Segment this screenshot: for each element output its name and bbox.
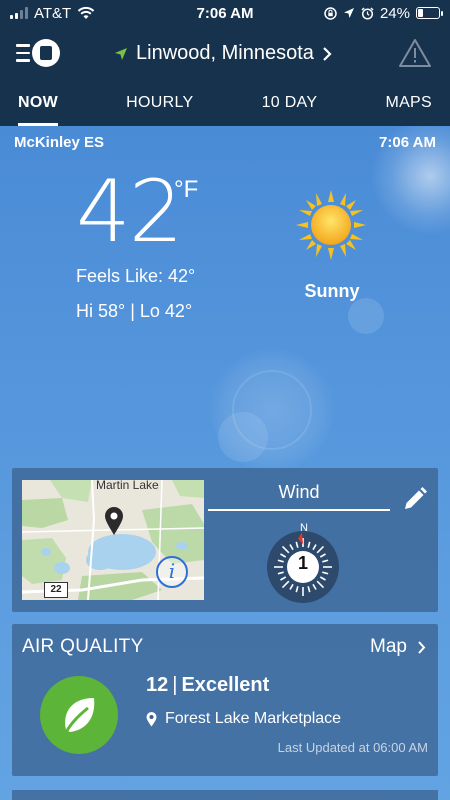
air-quality-location-name: Forest Lake Marketplace (165, 710, 342, 727)
current-conditions-panel: McKinley ES 7:06 AM 42 °F Feels Like: 42… (0, 126, 450, 800)
air-quality-card[interactable]: AIR QUALITY Map 12 | Excellent Forest Lake… (12, 624, 438, 776)
air-quality-rating: Excellent (181, 674, 270, 696)
carrier-label: AT&T (34, 4, 72, 22)
tab-bar: NOW HOURLY 10 DAY MAPS (0, 82, 450, 126)
map-pin-icon (105, 507, 123, 535)
location-arrow-icon (115, 47, 127, 60)
compass-north-label: N (300, 522, 308, 534)
location-arrow-icon (343, 8, 354, 18)
map-wind-card: Martin Lake 22 i Wind N 1 (12, 468, 438, 612)
signal-icon (10, 7, 28, 19)
lens-flare (210, 348, 334, 472)
air-quality-value: 12 | Excellent (146, 674, 269, 697)
weather-station[interactable]: McKinley ES (14, 134, 104, 151)
road-number-badge: 22 (44, 582, 68, 598)
temperature-unit: °F (174, 176, 199, 203)
location-pin-icon (146, 711, 157, 726)
pencil-icon[interactable] (402, 486, 428, 512)
tab-maps[interactable]: MAPS (385, 82, 432, 126)
status-left: AT&T (10, 5, 160, 22)
wind-underline (208, 509, 390, 511)
info-icon[interactable]: i (156, 556, 188, 588)
air-quality-index: 12 (146, 674, 169, 696)
wind-title[interactable]: Wind (208, 482, 390, 503)
lens-flare (218, 412, 268, 462)
chevron-right-icon (323, 46, 332, 61)
screen-lock-icon (324, 6, 337, 20)
alert-triangle-icon[interactable] (398, 38, 432, 68)
air-quality-map-link[interactable]: Map (370, 636, 426, 658)
mini-map[interactable]: Martin Lake 22 i (22, 480, 204, 600)
condition-label: Sunny (304, 281, 360, 301)
battery-percent: 24% (379, 4, 410, 22)
app-logo-icon (32, 39, 60, 67)
air-quality-map-label: Map (370, 636, 407, 657)
lens-flare (348, 298, 384, 334)
next-card-partial (12, 790, 438, 800)
observation-time: 7:06 AM (379, 134, 436, 151)
sun-icon (296, 190, 366, 260)
feels-like: Feels Like: 42° (76, 266, 196, 286)
status-bar: AT&T 7:06 AM 24% (0, 0, 450, 26)
air-quality-updated: Last Updated at 06:00 AM (277, 740, 428, 755)
map-place-label: Martin Lake (96, 480, 159, 492)
air-quality-location: Forest Lake Marketplace (146, 710, 341, 728)
chevron-right-icon (418, 640, 426, 654)
tab-hourly[interactable]: HOURLY (126, 82, 193, 126)
menu-icon (16, 44, 30, 62)
status-right: 24% (290, 4, 443, 22)
battery-icon (416, 7, 443, 19)
tab-10-day[interactable]: 10 DAY (262, 82, 318, 126)
status-time: 7:06 AM (196, 4, 254, 22)
air-quality-title: AIR QUALITY (22, 636, 144, 657)
app-header: Linwood, Minnesota (0, 26, 450, 82)
alarm-icon (361, 6, 374, 20)
location-name: Linwood, Minnesota (136, 42, 314, 64)
wind-speed: 1 (297, 553, 308, 573)
hi-lo: Hi 58° | Lo 42° (76, 301, 193, 321)
current-temperature: 42 (76, 162, 183, 262)
menu-button[interactable] (16, 36, 64, 70)
air-quality-separator: | (172, 674, 178, 696)
lens-flare (232, 370, 312, 450)
location-selector[interactable]: Linwood, Minnesota (114, 42, 332, 65)
tab-now[interactable]: NOW (18, 82, 59, 126)
wifi-icon (78, 6, 95, 19)
leaf-icon (40, 676, 118, 754)
